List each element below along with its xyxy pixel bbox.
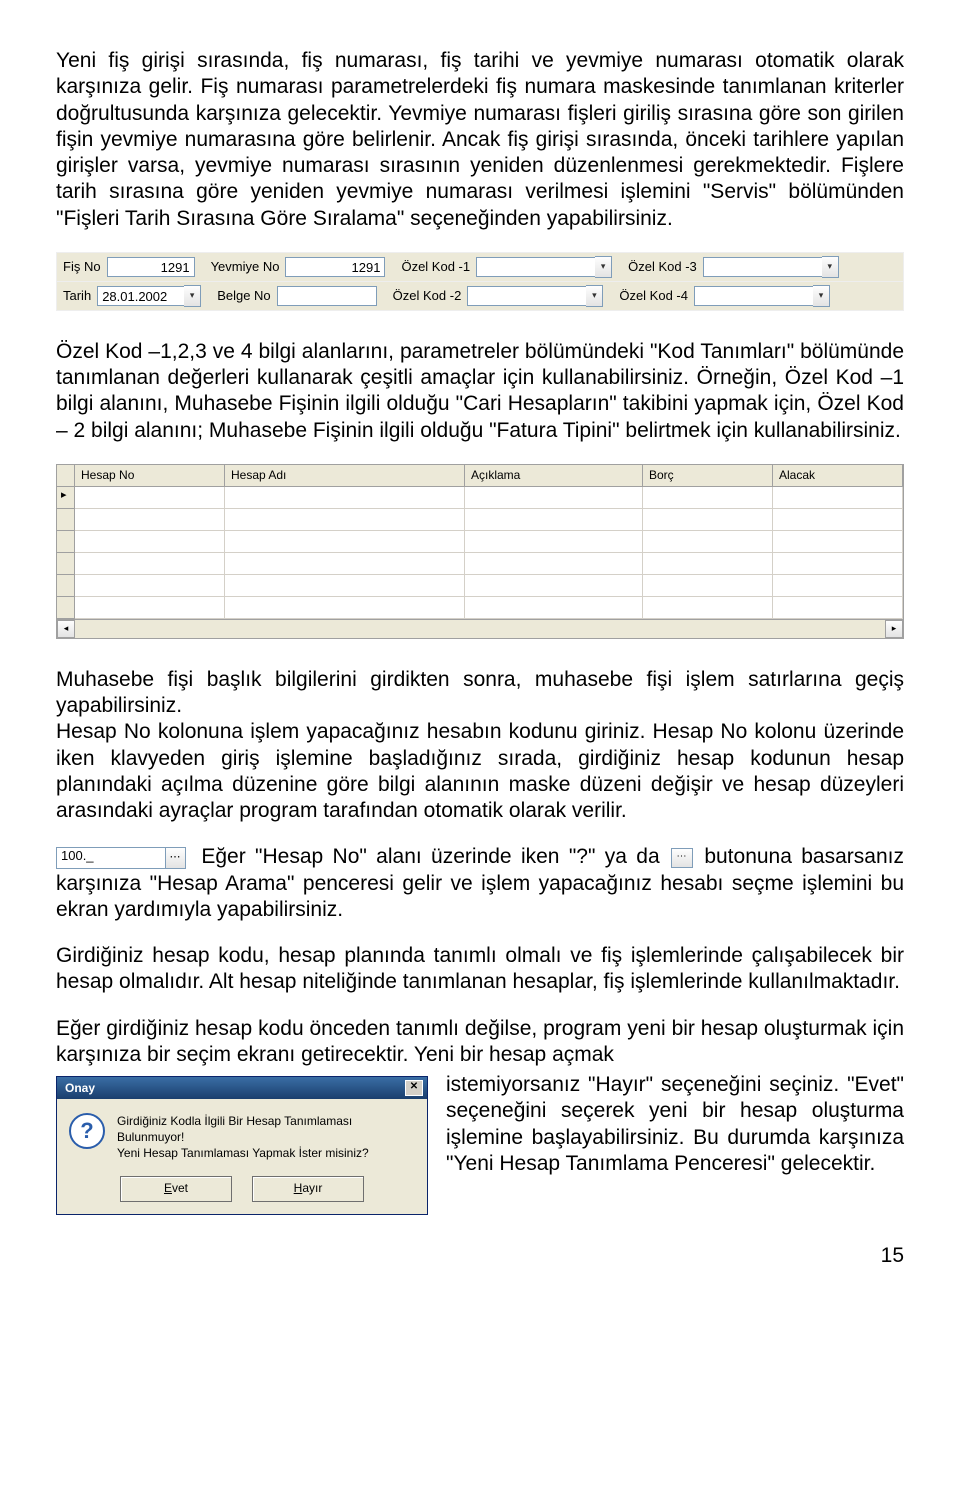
grid-cell[interactable] <box>643 509 773 531</box>
tarih-input[interactable]: 28.01.2002 <box>97 286 185 306</box>
ozel1-input[interactable] <box>476 257 596 277</box>
fisno-label: Fiş No <box>57 259 107 275</box>
paragraph-hesapno: Muhasebe fişi başlık bilgilerini girdikt… <box>56 667 904 825</box>
grid-cell[interactable] <box>465 575 643 597</box>
grid-cell[interactable] <box>643 487 773 509</box>
belge-input[interactable] <box>277 286 377 306</box>
hesapno-inline-field: 100._ ⋯ <box>56 847 186 869</box>
grid-cell[interactable] <box>225 509 465 531</box>
grid-cell[interactable] <box>75 487 225 509</box>
ozel1-label: Özel Kod -1 <box>395 259 476 275</box>
hesapno-lookup-button[interactable]: ⋯ <box>166 847 186 869</box>
paragraph-intro: Yeni fiş girişi sırasında, fiş numarası,… <box>56 48 904 232</box>
grid-rowhead <box>57 597 75 619</box>
grid-rowhead <box>57 509 75 531</box>
grid-cell[interactable] <box>225 531 465 553</box>
scroll-track[interactable] <box>75 620 885 638</box>
grid-cell[interactable] <box>465 531 643 553</box>
grid-cell[interactable] <box>75 531 225 553</box>
grid-col-aciklama: Açıklama <box>465 465 643 487</box>
page-number: 15 <box>56 1243 904 1269</box>
grid-row-current-icon <box>57 487 75 509</box>
grid-cell[interactable] <box>465 597 643 619</box>
dialog-no-button[interactable]: Hayır <box>252 1176 364 1202</box>
question-icon: ? <box>69 1113 105 1149</box>
ozel3-dropdown-icon[interactable]: ▾ <box>822 256 839 278</box>
ozel3-input[interactable] <box>703 257 823 277</box>
grid-cell[interactable] <box>643 575 773 597</box>
ozel1-dropdown-icon[interactable]: ▾ <box>595 256 612 278</box>
ozel2-label: Özel Kod -2 <box>387 288 468 304</box>
tarih-dropdown-icon[interactable]: ▾ <box>184 285 201 307</box>
hesapno-input[interactable]: 100._ <box>56 847 166 869</box>
grid-cell[interactable] <box>643 553 773 575</box>
grid-cell[interactable] <box>643 531 773 553</box>
fisno-input[interactable]: 1291 <box>107 257 195 277</box>
ozel4-label: Özel Kod -4 <box>613 288 694 304</box>
paragraph-newaccount-lead: Eğer girdiğiniz hesap kodu önceden tanım… <box>56 1016 904 1069</box>
yevmiye-label: Yevmiye No <box>205 259 286 275</box>
grid-cell[interactable] <box>465 509 643 531</box>
grid-cell[interactable] <box>225 487 465 509</box>
paragraph-ozelkod: Özel Kod –1,2,3 ve 4 bilgi alanlarını, p… <box>56 339 904 444</box>
paragraph-hesap-lookup: 100._ ⋯ Eğer "Hesap No" alanı üzerinde i… <box>56 844 904 923</box>
fis-grid: Hesap No Hesap Adı Açıklama Borç Alacak … <box>56 464 904 639</box>
grid-rowhead <box>57 575 75 597</box>
grid-cell[interactable] <box>225 553 465 575</box>
belge-label: Belge No <box>211 288 276 304</box>
grid-cell[interactable] <box>643 597 773 619</box>
grid-rowhead <box>57 553 75 575</box>
grid-rowhead <box>57 465 75 487</box>
grid-col-borc: Borç <box>643 465 773 487</box>
ozel4-input[interactable] <box>694 286 814 306</box>
grid-cell[interactable] <box>225 575 465 597</box>
scroll-right-icon[interactable]: ▸ <box>885 620 903 638</box>
ozel2-input[interactable] <box>467 286 587 306</box>
paragraph-hesapplan: Girdiğiniz hesap kodu, hesap planında ta… <box>56 943 904 996</box>
grid-col-alacak: Alacak <box>773 465 903 487</box>
yevmiye-input[interactable]: 1291 <box>285 257 385 277</box>
grid-cell[interactable] <box>75 509 225 531</box>
fis-form-block: Fiş No 1291 Yevmiye No 1291 Özel Kod -1 … <box>56 252 904 311</box>
dialog-yes-button[interactable]: Evet <box>120 1176 232 1202</box>
grid-cell[interactable] <box>773 487 903 509</box>
tarih-label: Tarih <box>57 288 97 304</box>
grid-cell[interactable] <box>773 597 903 619</box>
ozel2-dropdown-icon[interactable]: ▾ <box>586 285 603 307</box>
grid-cell[interactable] <box>773 575 903 597</box>
ellipsis-button-icon[interactable]: ⋯ <box>671 848 693 868</box>
grid-cell[interactable] <box>465 553 643 575</box>
dialog-close-icon[interactable]: ✕ <box>405 1080 423 1096</box>
grid-cell[interactable] <box>75 575 225 597</box>
grid-cell[interactable] <box>773 531 903 553</box>
grid-cell[interactable] <box>75 553 225 575</box>
dialog-line2: Yeni Hesap Tanımlaması Yapmak İster misi… <box>117 1145 415 1161</box>
grid-cell[interactable] <box>773 509 903 531</box>
confirm-dialog: Onay ✕ ? Girdiğiniz Kodla İlgili Bir Hes… <box>56 1076 428 1215</box>
dialog-line1: Girdiğiniz Kodla İlgili Bir Hesap Tanıml… <box>117 1113 415 1145</box>
text: Eğer "Hesap No" alanı üzerinde iken "?" … <box>201 845 669 868</box>
grid-cell[interactable] <box>465 487 643 509</box>
grid-rowhead <box>57 531 75 553</box>
grid-cell[interactable] <box>225 597 465 619</box>
grid-col-hesapadi: Hesap Adı <box>225 465 465 487</box>
ozel3-label: Özel Kod -3 <box>622 259 703 275</box>
scroll-left-icon[interactable]: ◂ <box>57 620 75 638</box>
dialog-title: Onay <box>65 1081 95 1096</box>
grid-col-hesapno: Hesap No <box>75 465 225 487</box>
grid-cell[interactable] <box>75 597 225 619</box>
dialog-text: Girdiğiniz Kodla İlgili Bir Hesap Tanıml… <box>117 1113 415 1162</box>
ozel4-dropdown-icon[interactable]: ▾ <box>813 285 830 307</box>
grid-cell[interactable] <box>773 553 903 575</box>
